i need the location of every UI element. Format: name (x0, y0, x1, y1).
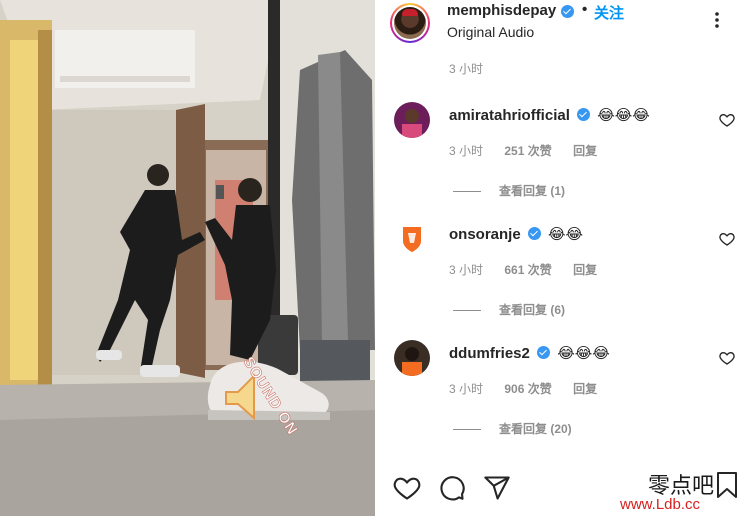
comment-text: 😂😂 (548, 226, 584, 243)
commenter-avatar[interactable] (394, 340, 430, 376)
like-comment-heart-icon[interactable] (719, 231, 735, 247)
view-replies-button[interactable]: 查看回复 (1) (453, 182, 565, 198)
caption-timestamp: 3 小时 (449, 62, 484, 76)
post-video[interactable]: SOUND ON (0, 0, 375, 516)
view-replies-label: 查看回复 (6) (499, 303, 566, 317)
comment-meta: 3 小时 906 次赞 回复 (449, 380, 615, 397)
verified-badge-icon (527, 227, 541, 240)
comment-likes[interactable]: 251 次赞 (504, 144, 551, 158)
comment-meta: 3 小时 661 次赞 回复 (449, 261, 615, 278)
video-frame-scene (0, 0, 375, 516)
view-replies-label: 查看回复 (1) (499, 184, 566, 198)
watermark-url: www.Ldb.cc (620, 496, 701, 513)
heart-icon[interactable] (393, 474, 421, 502)
comment-username[interactable]: ddumfries2 (449, 345, 530, 362)
verified-badge-icon (577, 108, 591, 121)
comment-icon[interactable] (438, 474, 466, 502)
reply-button[interactable]: 回复 (573, 382, 597, 396)
view-replies-button[interactable]: 查看回复 (20) (453, 420, 572, 436)
view-replies-label: 查看回复 (20) (499, 422, 572, 436)
comment-likes[interactable]: 661 次赞 (504, 263, 551, 277)
bookmark-icon[interactable] (712, 470, 742, 500)
sound-on-badge[interactable]: SOUND ON (212, 352, 301, 439)
like-comment-heart-icon[interactable] (719, 112, 735, 128)
verified-badge-icon (561, 5, 574, 18)
header-dot-separator: • (582, 1, 588, 18)
site-watermark: 零点吧 www.Ldb.cc (620, 466, 750, 516)
comment-line: amiratahriofficial 😂😂😂 (449, 106, 650, 124)
comment-text: 😂😂😂 (597, 107, 650, 124)
comment-meta: 3 小时 251 次赞 回复 (449, 142, 615, 159)
verified-badge-icon (537, 346, 551, 359)
replies-divider (453, 310, 481, 312)
share-icon[interactable] (483, 474, 511, 502)
view-replies-button[interactable]: 查看回复 (6) (453, 301, 565, 317)
commenter-avatar[interactable] (394, 221, 430, 257)
comment-text: 😂😂😂 (557, 345, 610, 362)
comment-username[interactable]: amiratahriofficial (449, 107, 570, 124)
reply-button[interactable]: 回复 (573, 263, 597, 277)
author-username[interactable]: memphisdepay (447, 2, 556, 19)
author-avatar[interactable] (390, 3, 430, 43)
follow-button[interactable]: 关注 (594, 2, 624, 23)
audio-label[interactable]: Original Audio (447, 24, 534, 40)
comment-time: 3 小时 (449, 263, 484, 277)
reply-button[interactable]: 回复 (573, 144, 597, 158)
comment-username[interactable]: onsoranje (449, 226, 521, 243)
post-side-panel: memphisdepay • 关注 Original Audio 3 小时 am… (375, 0, 750, 516)
more-options-icon[interactable] (707, 10, 727, 30)
replies-divider (453, 429, 481, 431)
comment-time: 3 小时 (449, 144, 484, 158)
replies-divider (453, 191, 481, 193)
comment-time: 3 小时 (449, 382, 484, 396)
post-header: memphisdepay • 关注 Original Audio (375, 0, 750, 44)
comment-likes[interactable]: 906 次赞 (504, 382, 551, 396)
comment-line: onsoranje 😂😂 (449, 225, 583, 243)
comment-line: ddumfries2 😂😂😂 (449, 344, 610, 362)
commenter-avatar[interactable] (394, 102, 430, 138)
like-comment-heart-icon[interactable] (719, 350, 735, 366)
